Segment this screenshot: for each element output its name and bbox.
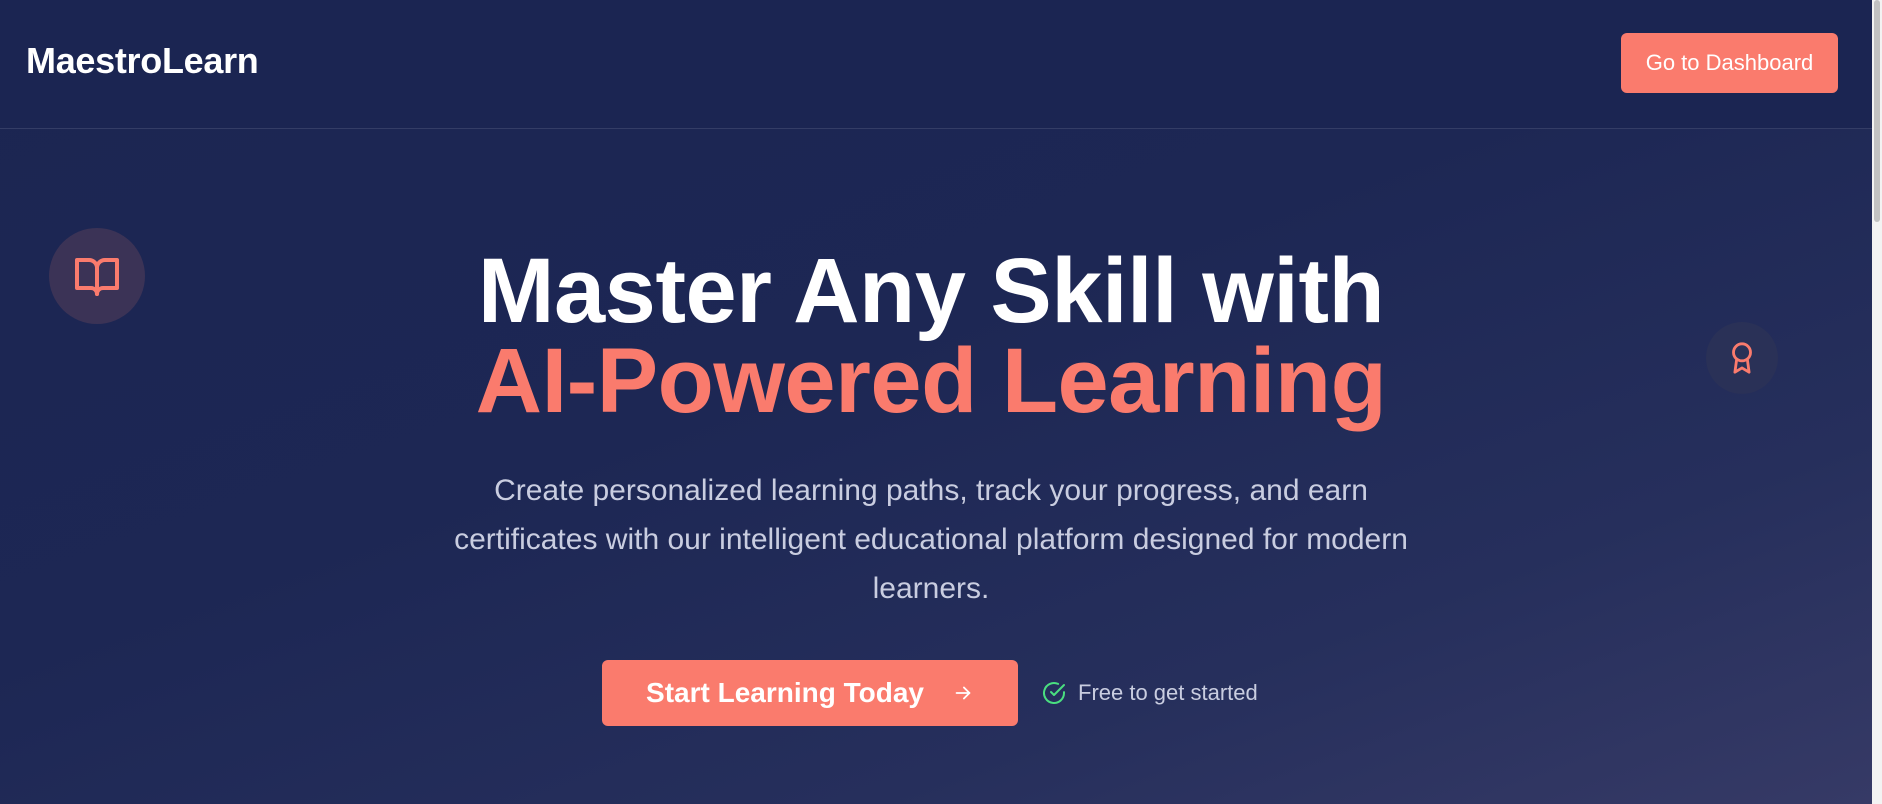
brand-logo[interactable]: MaestroLearn [26,40,259,82]
page-scrollbar[interactable] [1872,0,1882,804]
free-note-text: Free to get started [1078,680,1258,705]
start-learning-button[interactable]: Start Learning Today [602,660,1018,726]
hero-subtitle: Create personalized learning paths, trac… [454,474,1408,605]
hero-title: Master Any Skill with AI-Powered Learnin… [0,240,1862,432]
top-nav: MaestroLearn Go to Dashboard [0,0,1872,129]
start-learning-label: Start Learning Today [646,677,924,708]
scrollbar-thumb[interactable] [1874,0,1880,222]
free-note: Free to get started [1042,680,1258,706]
cta-row: Start Learning Today Free to get started [602,660,1258,726]
hero-title-line1: Master Any Skill with [477,240,1385,342]
arrow-right-icon [955,686,971,700]
go-to-dashboard-button[interactable]: Go to Dashboard [1621,33,1838,93]
check-circle-icon [1043,682,1065,705]
hero-title-highlight: AI-Powered Learning [475,330,1387,432]
